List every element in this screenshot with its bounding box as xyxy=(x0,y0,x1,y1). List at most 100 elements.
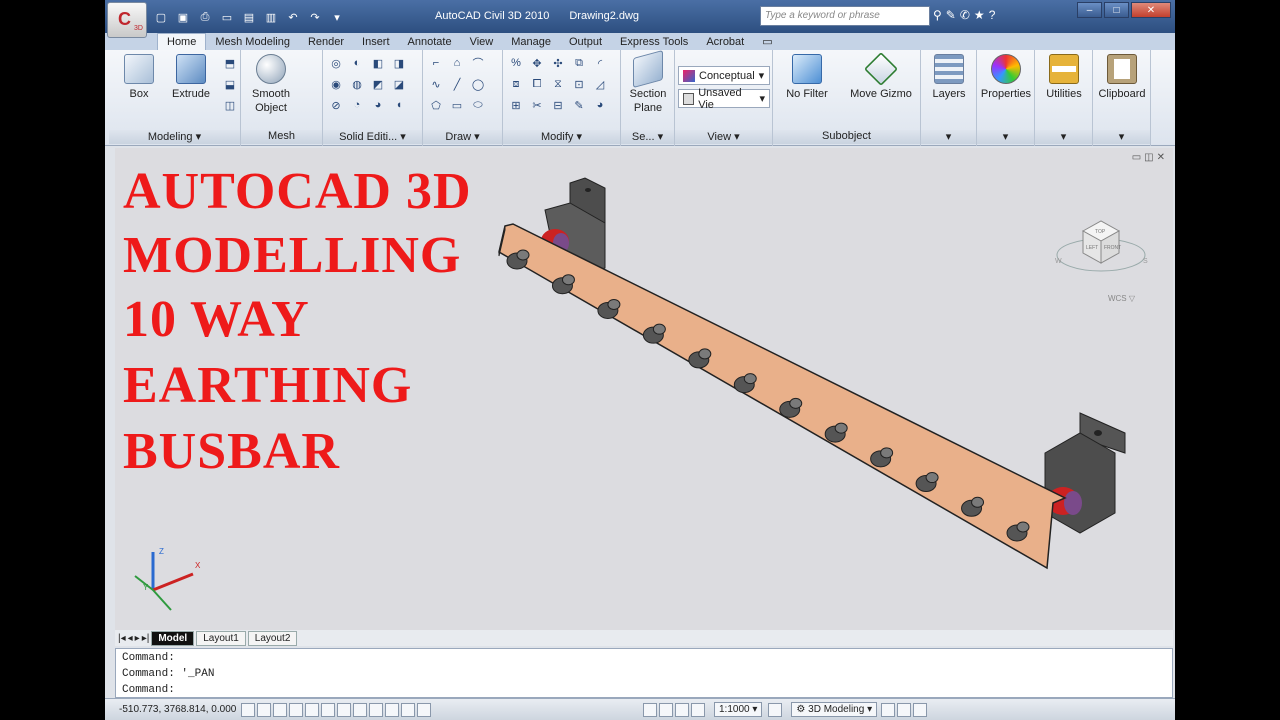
tab-home[interactable]: Home xyxy=(157,33,207,50)
panel-title-modeling[interactable]: Modeling ▾ xyxy=(109,130,240,144)
tab-acrobat[interactable]: Acrobat xyxy=(697,34,753,50)
3d-array-icon[interactable]: ⧈ xyxy=(507,75,525,93)
tab-annotate[interactable]: Annotate xyxy=(399,34,461,50)
redo-icon[interactable]: ↷ xyxy=(305,8,325,26)
tab-layout2[interactable]: Layout2 xyxy=(247,630,298,646)
tab-mesh-modeling[interactable]: Mesh Modeling xyxy=(206,34,299,50)
maximize-icon[interactable]: □ xyxy=(1104,2,1129,18)
tab-model[interactable]: Model xyxy=(151,630,195,646)
favorites-icon[interactable]: ★ xyxy=(974,8,985,22)
tab-express-tools[interactable]: Express Tools xyxy=(611,34,697,50)
no-filter-button[interactable]: No Filter xyxy=(777,54,837,101)
communication-icon[interactable]: ✆ xyxy=(960,8,970,22)
3d-move-icon[interactable]: ✥ xyxy=(528,54,546,72)
color-edges-icon[interactable]: ◖ xyxy=(390,96,408,114)
undo-icon[interactable]: ↶ xyxy=(283,8,303,26)
save-as-icon[interactable]: ▥ xyxy=(261,8,281,26)
showmotion-icon[interactable] xyxy=(691,702,705,717)
tab-view[interactable]: View xyxy=(461,34,503,50)
align-icon[interactable]: ⧉ xyxy=(570,54,588,72)
ribbon-minimize-icon[interactable]: ▭ xyxy=(753,33,781,50)
print-icon[interactable]: ⎙ xyxy=(195,8,215,26)
ellipse-icon[interactable]: ⬭ xyxy=(469,96,487,114)
next-layout-icon[interactable]: ▸ xyxy=(135,633,140,644)
box-button[interactable]: Box xyxy=(109,54,169,101)
sc-icon[interactable] xyxy=(417,702,431,717)
named-view-dropdown[interactable]: Unsaved Vie ▾ xyxy=(678,87,770,111)
qat-dropdown-icon[interactable]: ▾ xyxy=(327,8,347,26)
panel-title-view[interactable]: View ▾ xyxy=(675,130,772,144)
help-icon[interactable]: ? xyxy=(989,8,996,22)
panel-title-clipboard[interactable]: ▾ xyxy=(1093,130,1150,144)
workspace-dropdown[interactable]: ⚙ 3D Modeling ▾ xyxy=(791,702,878,717)
slice-icon[interactable]: ◧ xyxy=(369,54,387,72)
section-plane-button[interactable]: Section Plane xyxy=(618,49,678,115)
smooth-object-button[interactable]: Smooth Object xyxy=(241,54,301,115)
subscription-icon[interactable]: ✎ xyxy=(946,8,956,22)
separate-icon[interactable]: ◪ xyxy=(390,75,408,93)
utilities-button[interactable]: Utilities xyxy=(1034,54,1094,101)
isolate-icon[interactable] xyxy=(897,702,912,717)
coordinate-readout[interactable]: -510.773, 3768.814, 0.000 xyxy=(105,704,240,715)
offset-icon[interactable]: ⊡ xyxy=(570,75,588,93)
fillet-edge-icon[interactable]: ◕ xyxy=(369,96,387,114)
clean-screen-icon[interactable] xyxy=(913,702,928,717)
spline-icon[interactable]: ∿ xyxy=(427,75,445,93)
busbar-model[interactable] xyxy=(115,148,1173,630)
polysolid-icon[interactable]: ⬒ xyxy=(221,54,239,72)
3dosnap-icon[interactable] xyxy=(321,702,335,717)
polygon-3d-icon[interactable]: ⌂ xyxy=(448,54,466,72)
chamfer-icon[interactable]: ◿ xyxy=(591,75,609,93)
lineweight-icon[interactable] xyxy=(385,702,399,717)
mirror-icon[interactable]: ⧖ xyxy=(549,75,567,93)
tab-output[interactable]: Output xyxy=(560,34,611,50)
ortho-icon[interactable] xyxy=(273,702,287,717)
extrude-button[interactable]: Extrude xyxy=(161,54,221,101)
stretch-icon[interactable]: ⊟ xyxy=(549,96,567,114)
panel-title-solid-editing[interactable]: Solid Editi... ▾ xyxy=(323,130,422,144)
command-prompt[interactable]: Command: xyxy=(122,682,1166,698)
visual-style-dropdown[interactable]: Conceptual ▾ xyxy=(678,66,770,85)
ducs-icon[interactable] xyxy=(353,702,367,717)
array-icon[interactable]: ⊞ xyxy=(507,96,525,114)
copy-icon[interactable]: ⧠ xyxy=(528,75,546,93)
scale-icon[interactable]: % xyxy=(507,54,525,72)
fillet-icon[interactable]: ◜ xyxy=(591,54,609,72)
polar-icon[interactable] xyxy=(289,702,303,717)
panel-title-layers[interactable]: ▾ xyxy=(921,130,976,144)
interfere-icon[interactable]: ◍ xyxy=(348,75,366,93)
match-properties-icon[interactable]: ✎ xyxy=(570,96,588,114)
new-icon[interactable]: ▢ xyxy=(151,8,171,26)
trim-icon[interactable]: ✂ xyxy=(528,96,546,114)
panel-title-utilities[interactable]: ▾ xyxy=(1035,130,1092,144)
panel-title-subobject[interactable]: Subobject xyxy=(773,130,920,144)
panel-title-section[interactable]: Se... ▾ xyxy=(621,130,674,144)
arc-icon[interactable]: ⌒ xyxy=(469,54,487,72)
plot-icon[interactable]: ▤ xyxy=(239,8,259,26)
imprint-icon[interactable]: ◩ xyxy=(369,75,387,93)
search-input[interactable]: Type a keyword or phrase xyxy=(760,6,930,26)
application-menu-button[interactable]: C 3D xyxy=(107,2,147,38)
qp-icon[interactable] xyxy=(401,702,415,717)
command-line[interactable]: Command: Command: '_PAN Command: xyxy=(115,648,1173,698)
save-icon[interactable]: ▣ xyxy=(173,8,193,26)
3d-rotate-icon[interactable]: ✣ xyxy=(549,54,567,72)
drawing-viewport[interactable]: ▭ ◫ ✕ AUTOCAD 3D MODELLING 10 WAY EARTHI… xyxy=(115,148,1173,630)
tab-layout1[interactable]: Layout1 xyxy=(196,630,246,646)
dyn-icon[interactable] xyxy=(369,702,383,717)
snap-icon[interactable] xyxy=(241,702,255,717)
last-layout-icon[interactable]: ▸| xyxy=(142,633,150,644)
shell-icon[interactable]: ⊘ xyxy=(327,96,345,114)
open-icon[interactable]: ▭ xyxy=(217,8,237,26)
otrack-icon[interactable] xyxy=(337,702,351,717)
panel-title-modify[interactable]: Modify ▾ xyxy=(503,130,620,144)
first-layout-icon[interactable]: |◂ xyxy=(118,633,126,644)
grid-icon[interactable] xyxy=(257,702,271,717)
panel-title-draw[interactable]: Draw ▾ xyxy=(423,130,502,144)
move-gizmo-button[interactable]: Move Gizmo xyxy=(843,52,919,101)
polyline-icon[interactable]: ⌐ xyxy=(427,54,445,72)
erase-icon[interactable]: ◕ xyxy=(591,96,609,114)
tab-manage[interactable]: Manage xyxy=(502,34,560,50)
viewcube[interactable]: TOP LEFT FRONT W S xyxy=(1049,203,1159,283)
steering-wheel-icon[interactable] xyxy=(675,702,689,717)
